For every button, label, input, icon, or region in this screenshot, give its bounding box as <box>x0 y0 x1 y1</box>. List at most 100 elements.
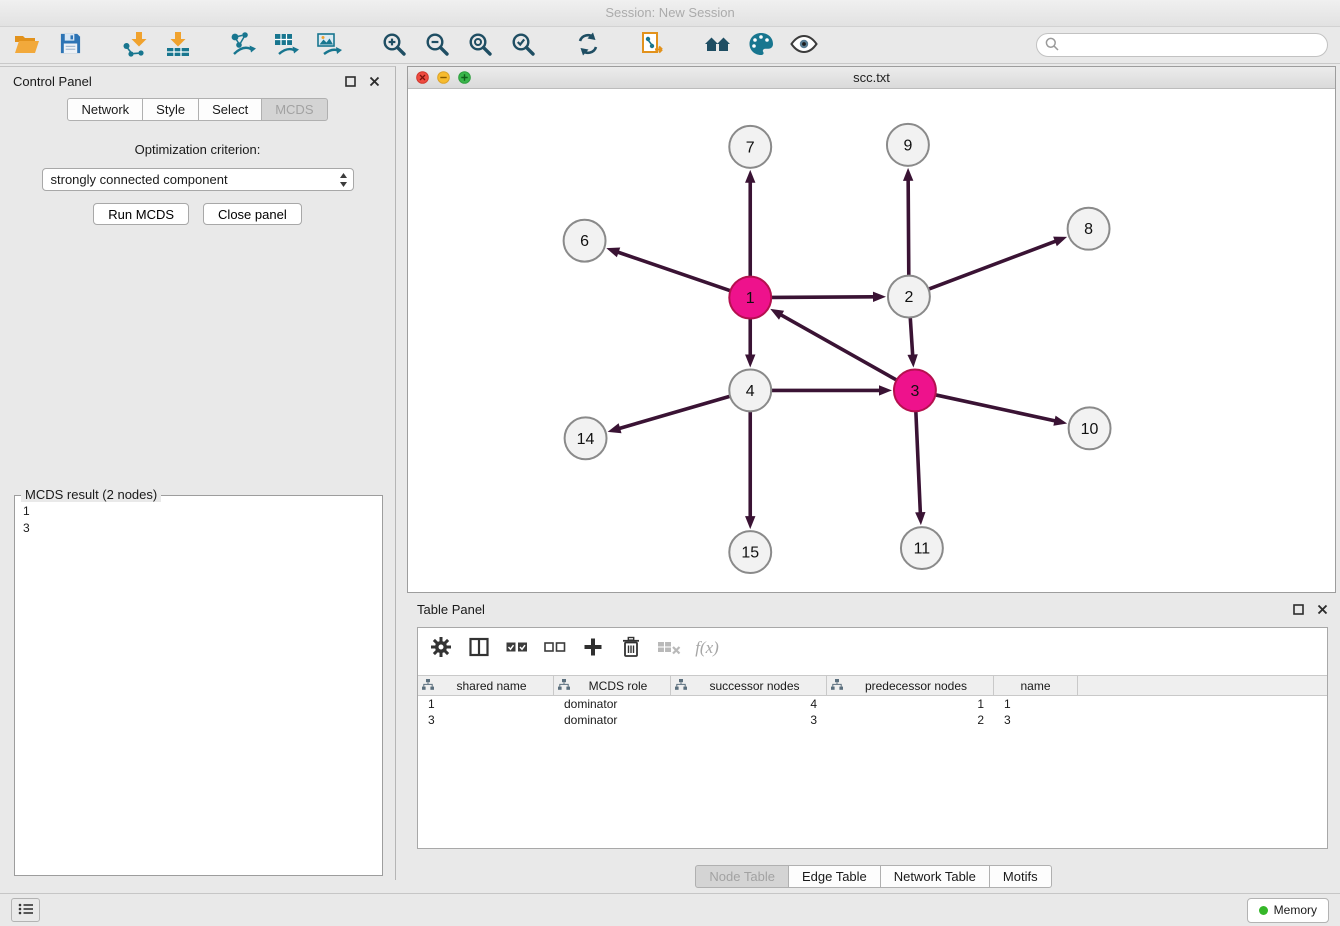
column-header-predecessor-nodes[interactable]: predecessor nodes <box>827 676 994 695</box>
import-network-button[interactable] <box>120 30 150 60</box>
column-header-mcds-role[interactable]: MCDS role <box>554 676 671 695</box>
graph-edge-1-4[interactable] <box>745 320 755 368</box>
table-row[interactable]: 1 dominator 4 1 1 <box>418 696 1327 712</box>
zoom-in-button[interactable] <box>379 30 409 60</box>
import-table-button[interactable] <box>163 30 193 60</box>
apply-layout-button[interactable] <box>573 30 603 60</box>
window-titlebar[interactable]: Session: New Session <box>0 0 1340 27</box>
tab-mcds[interactable]: MCDS <box>261 98 327 121</box>
graph-edge-2-8[interactable] <box>929 237 1067 289</box>
function-builder-button[interactable]: f(x) <box>693 634 721 662</box>
node-table: f(x) shared name MCDS role successor nod… <box>417 627 1328 849</box>
delete-columns-button[interactable] <box>617 634 645 662</box>
graph-node-2[interactable]: 2 <box>888 276 930 318</box>
show-hide-button[interactable] <box>789 30 819 60</box>
graph-edge-2-3[interactable] <box>907 318 917 367</box>
cell-predecessor-nodes[interactable]: 1 <box>827 697 994 711</box>
close-table-panel-icon[interactable] <box>1314 601 1330 617</box>
run-mcds-button[interactable]: Run MCDS <box>93 203 189 225</box>
cell-mcds-role[interactable]: dominator <box>554 697 671 711</box>
export-table-button[interactable] <box>271 30 301 60</box>
column-header-shared-name[interactable]: shared name <box>418 676 554 695</box>
graph-node-11[interactable]: 11 <box>901 527 943 569</box>
task-history-button[interactable] <box>11 898 40 922</box>
first-neighbors-button[interactable] <box>703 30 733 60</box>
window-close-button[interactable] <box>416 71 429 84</box>
status-bar: Memory <box>0 893 1340 926</box>
close-panel-icon[interactable] <box>366 73 382 89</box>
search-input[interactable] <box>1064 37 1319 53</box>
graph-node-8[interactable]: 8 <box>1068 208 1110 250</box>
float-table-panel-icon[interactable] <box>1290 601 1306 617</box>
graph-edge-1-2[interactable] <box>772 292 886 302</box>
style-palette-button[interactable] <box>746 30 776 60</box>
column-header-successor-nodes[interactable]: successor nodes <box>671 676 827 695</box>
svg-text:15: 15 <box>741 545 759 562</box>
column-settings-button[interactable] <box>427 634 455 662</box>
cell-name[interactable]: 1 <box>994 697 1078 711</box>
cell-successor-nodes[interactable]: 4 <box>671 697 827 711</box>
svg-text:9: 9 <box>903 137 912 154</box>
cell-shared-name[interactable]: 1 <box>418 697 554 711</box>
tab-edge-table[interactable]: Edge Table <box>788 865 881 888</box>
tab-style[interactable]: Style <box>142 98 199 121</box>
graph-edge-4-3[interactable] <box>772 385 892 395</box>
zoom-selected-button[interactable] <box>508 30 538 60</box>
graph-edge-3-10[interactable] <box>936 395 1067 426</box>
graph-node-3[interactable]: 3 <box>894 369 936 411</box>
cell-successor-nodes[interactable]: 3 <box>671 713 827 727</box>
import-table-icon <box>165 31 191 60</box>
save-session-button[interactable] <box>55 30 85 60</box>
graph-node-7[interactable]: 7 <box>729 126 771 168</box>
cell-mcds-role[interactable]: dominator <box>554 713 671 727</box>
graph-edge-3-1[interactable] <box>770 309 896 380</box>
tab-node-table[interactable]: Node Table <box>695 865 789 888</box>
window-zoom-button[interactable] <box>458 71 471 84</box>
deselect-all-rows-button[interactable] <box>541 634 569 662</box>
delete-table-button[interactable] <box>655 634 683 662</box>
graph-edge-4-14[interactable] <box>608 397 730 434</box>
graph-node-14[interactable]: 14 <box>565 417 607 459</box>
float-panel-icon[interactable] <box>342 73 358 89</box>
graph-edge-4-15[interactable] <box>745 412 755 529</box>
graph-node-6[interactable]: 6 <box>564 220 606 262</box>
graph-node-9[interactable]: 9 <box>887 124 929 166</box>
graph-edge-2-9[interactable] <box>903 168 913 275</box>
graph-node-15[interactable]: 15 <box>729 531 771 573</box>
tab-network-table[interactable]: Network Table <box>880 865 990 888</box>
graph-edge-1-6[interactable] <box>606 247 729 290</box>
graph-node-1[interactable]: 1 <box>729 277 771 319</box>
network-canvas[interactable]: 7 9 6 8 1 2 4 3 14 10 15 11 <box>408 88 1335 592</box>
tab-select[interactable]: Select <box>198 98 262 121</box>
graph-edge-3-11[interactable] <box>915 412 925 525</box>
close-panel-button[interactable]: Close panel <box>203 203 302 225</box>
criterion-dropdown[interactable]: strongly connected component <box>42 168 354 191</box>
memory-button[interactable]: Memory <box>1247 898 1329 923</box>
graph-node-4[interactable]: 4 <box>729 369 771 411</box>
tab-motifs[interactable]: Motifs <box>989 865 1052 888</box>
zoom-out-button[interactable] <box>422 30 452 60</box>
tab-network[interactable]: Network <box>67 98 143 121</box>
split-panel-button[interactable] <box>465 634 493 662</box>
column-tree-icon <box>831 679 843 693</box>
network-graph[interactable]: 7 9 6 8 1 2 4 3 14 10 15 11 <box>408 88 1335 592</box>
network-window-titlebar[interactable]: scc.txt <box>408 67 1335 89</box>
houses-icon <box>704 32 732 59</box>
graph-node-10[interactable]: 10 <box>1069 407 1111 449</box>
export-network-button[interactable] <box>228 30 258 60</box>
export-image-button[interactable] <box>314 30 344 60</box>
cell-shared-name[interactable]: 3 <box>418 713 554 727</box>
select-all-rows-button[interactable] <box>503 634 531 662</box>
main-toolbar <box>0 27 1340 64</box>
cell-name[interactable]: 3 <box>994 713 1078 727</box>
open-file-button[interactable] <box>12 30 42 60</box>
add-column-button[interactable] <box>579 634 607 662</box>
column-header-name[interactable]: name <box>994 676 1078 695</box>
clone-network-button[interactable] <box>638 30 668 60</box>
cell-predecessor-nodes[interactable]: 2 <box>827 713 994 727</box>
zoom-fit-icon <box>467 31 493 60</box>
zoom-fit-button[interactable] <box>465 30 495 60</box>
window-minimize-button[interactable] <box>437 71 450 84</box>
graph-edge-1-7[interactable] <box>745 170 755 276</box>
table-row[interactable]: 3 dominator 3 2 3 <box>418 712 1327 728</box>
